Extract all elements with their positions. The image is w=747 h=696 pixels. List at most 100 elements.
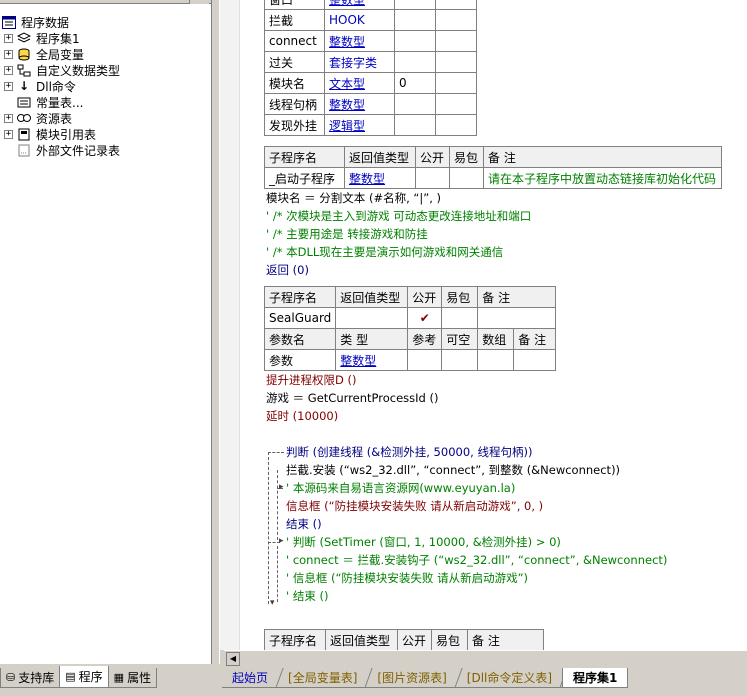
expand-icon[interactable]: + [4, 113, 13, 123]
header-cell: 可空 [441, 328, 479, 350]
code-line[interactable]: 延时 (10000) [266, 407, 338, 425]
var-value [394, 30, 436, 52]
subroutine-table-3: 子程序名 返回值类型 公开 易包 备 注 [264, 629, 544, 650]
tab-image-resources[interactable]: [图片资源表] [367, 668, 463, 688]
table-row[interactable]: 拦截 HOOK [264, 9, 477, 31]
comment-line[interactable]: ' /* 本DLL现在主要是演示如何游戏和网关通信 [266, 243, 503, 261]
table-row[interactable]: 参数 整数型 [263, 349, 557, 371]
expand-icon[interactable]: + [4, 65, 13, 75]
comment-line[interactable]: ' 本源码来自易语言资源网(www.eyuyan.la) [286, 479, 515, 497]
var-type[interactable]: 整数型 [324, 93, 395, 115]
tree-item-external-files[interactable]: 外部文件记录表 [0, 142, 211, 158]
public-check-icon[interactable]: ✔ [407, 307, 443, 329]
header-cell: 公开 [397, 629, 432, 650]
tab-global-vars[interactable]: [全局变量表] [278, 668, 374, 688]
tab-support-library[interactable]: ⛁ 支持库 [0, 668, 61, 688]
var-type[interactable]: 整数型 [324, 30, 395, 52]
code-editor[interactable]: 窗口 整数型 拦截 HOOK connect 整数型 过关 套接字类 模块名 文… [220, 0, 747, 650]
var-type[interactable]: 文本型 [324, 72, 395, 94]
header-cell: 备 注 [467, 629, 544, 650]
header-cell: 备 注 [513, 328, 557, 350]
var-type[interactable]: 逻辑型 [324, 114, 395, 136]
editor-gutter [220, 0, 240, 650]
comment-line[interactable]: ' 结束 () [286, 587, 328, 605]
tree-root[interactable]: 程序数据 [0, 14, 211, 30]
flow-line [268, 452, 284, 453]
flow-arrow-icon: ▸ [279, 482, 284, 492]
expand-icon[interactable]: + [4, 33, 13, 43]
table-row[interactable]: 过关 套接字类 [264, 51, 477, 73]
tab-label: 程序集1 [573, 671, 618, 685]
param-name[interactable]: 参数 [263, 349, 337, 371]
table-row[interactable]: 模块名 文本型 0 [264, 72, 477, 94]
param-type[interactable]: 整数型 [335, 349, 409, 371]
flow-arrow-icon: ▸ [279, 536, 284, 546]
comment-line[interactable]: ' connect ＝ 拦截.安装钩子 (“ws2_32.dll”, “conn… [286, 551, 667, 569]
comment-line[interactable]: ' /* 次模块是主入到游戏 可动态更改连接地址和端口 [266, 207, 531, 225]
comment-line[interactable]: ' 信息框 (“防挂模块安装失败 请从新启动游戏”) [286, 569, 528, 587]
return-type[interactable]: 整数型 [344, 167, 416, 189]
tab-assembly-1[interactable]: 程序集1 [562, 668, 629, 688]
header-cell: 备 注 [477, 286, 557, 308]
tab-label: [图片资源表] [377, 671, 447, 685]
header-cell: 易包 [449, 146, 484, 168]
table-row[interactable]: SealGuard ✔ [263, 307, 557, 329]
comment-line[interactable]: ' /* 主要用途是 转接游戏和防挂 [266, 225, 428, 243]
code-line[interactable]: 返回 (0) [266, 261, 309, 279]
tab-start-page[interactable]: 起始页 [222, 668, 284, 688]
var-value [394, 51, 436, 73]
module-icon [16, 127, 32, 141]
code-line[interactable]: 判断 (创建线程 (&检测外挂, 50000, 线程句柄)) [286, 443, 532, 461]
code-line[interactable]: 信息框 (“防挂模块安装失败 请从新启动游戏”, 0, ) [286, 497, 543, 515]
tab-dll-commands[interactable]: [Dll命令定义表] [456, 668, 568, 688]
tree-item-assembly[interactable]: + 程序集1 [0, 30, 211, 46]
project-tree: 程序数据 + 程序集1 + 全局变量 + 自定义数据类型 + ↓ Dll命令 常… [0, 4, 211, 158]
var-value [394, 114, 436, 136]
horizontal-scrollbar[interactable]: ◀ [224, 650, 747, 666]
resource-icon [16, 111, 32, 125]
header-cell: 公开 [415, 146, 450, 168]
var-name: 模块名 [264, 72, 325, 94]
tab-properties[interactable]: ▦ 属性 [107, 668, 158, 688]
tree-item-label: 全局变量 [36, 47, 85, 62]
code-line[interactable]: 拦截.安装 (“ws2_32.dll”, “connect”, 到整数 (&Ne… [286, 461, 620, 479]
tree-item-datatypes[interactable]: + 自定义数据类型 [0, 62, 211, 78]
table-row[interactable]: _启动子程序 整数型 请在本子程序中放置动态链接库初始化代码 [264, 167, 722, 189]
expand-icon[interactable]: + [4, 49, 13, 59]
code-line[interactable]: 结束 () [286, 515, 322, 533]
var-type[interactable]: HOOK [324, 9, 395, 31]
table-row[interactable]: 发现外挂 逻辑型 [264, 114, 477, 136]
comment-line[interactable]: ' 判断 (SetTimer (窗口, 1, 10000, &检测外挂) > 0… [286, 533, 561, 551]
var-value [394, 93, 436, 115]
subroutine-name[interactable]: _启动子程序 [264, 167, 345, 189]
scroll-left-icon[interactable]: ◀ [226, 652, 240, 666]
flow-line [277, 546, 278, 602]
flow-line [268, 452, 269, 604]
var-type[interactable]: 整数型 [324, 0, 395, 10]
subroutine-name[interactable]: SealGuard [263, 307, 337, 329]
table-row[interactable]: 线程句柄 整数型 [264, 93, 477, 115]
expand-icon[interactable]: + [4, 129, 13, 139]
code-line[interactable]: 游戏 ＝ GetCurrentProcessId () [266, 389, 438, 407]
var-value [394, 9, 436, 31]
header-cell: 备 注 [483, 146, 722, 168]
expand-icon[interactable]: + [4, 81, 13, 91]
tree-item-resources[interactable]: + 资源表 [0, 110, 211, 126]
code-line[interactable]: 提升进程权限D () [266, 371, 356, 389]
table-row[interactable]: connect 整数型 [264, 30, 477, 52]
tree-item-constants[interactable]: 常量表... [0, 94, 211, 110]
tab-label: 支持库 [18, 671, 55, 685]
dll-icon: ↓ [18, 79, 30, 93]
header-cell: 子程序名 [264, 629, 326, 650]
datatype-icon [16, 63, 32, 77]
tree-item-modules[interactable]: + 模块引用表 [0, 126, 211, 142]
table-row[interactable]: 窗口 整数型 [264, 0, 477, 10]
code-line[interactable]: 模块名 ＝ 分割文本 (#名称, “|”, ) [266, 189, 441, 207]
header-cell: 返回值类型 [344, 146, 416, 168]
var-type[interactable]: 套接字类 [324, 51, 395, 73]
pane-splitter[interactable] [212, 0, 220, 664]
header-cell: 子程序名 [263, 286, 337, 308]
tab-program[interactable]: ▤ 程序 [59, 666, 109, 688]
tree-item-dll[interactable]: + ↓ Dll命令 [0, 78, 211, 94]
tree-item-global-vars[interactable]: + 全局变量 [0, 46, 211, 62]
